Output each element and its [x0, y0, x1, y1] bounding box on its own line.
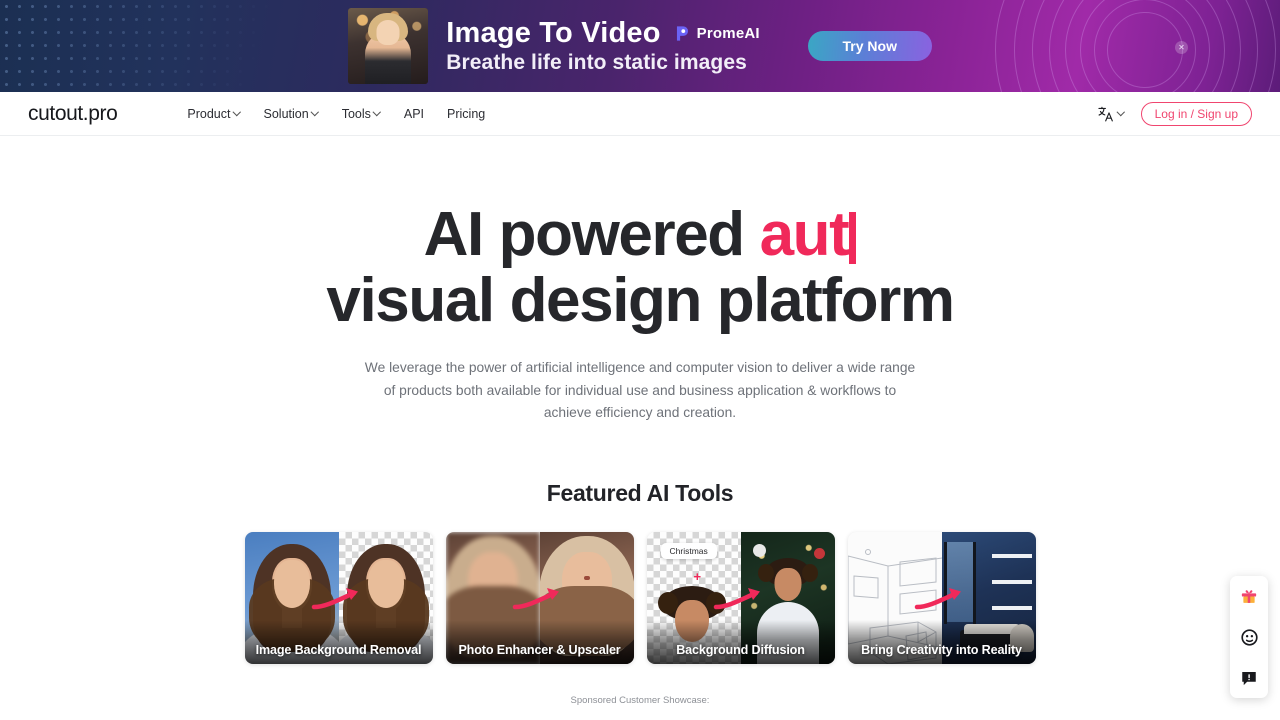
nav-item-api[interactable]: API	[404, 107, 424, 121]
nav-item-pricing-label: Pricing	[447, 106, 486, 121]
hero-subtitle: We leverage the power of artificial inte…	[364, 360, 916, 421]
tool-card-label: Photo Enhancer & Upscaler	[445, 620, 634, 665]
support-face-icon	[1240, 628, 1258, 646]
tool-card-image-background-removal[interactable]: Image Background Removal	[244, 532, 433, 665]
nav-item-product-label: Product	[187, 106, 231, 121]
chevron-down-icon	[234, 109, 241, 116]
tool-card-background-diffusion[interactable]: Christmas + Background Diffusion	[646, 532, 835, 665]
gift-button[interactable]	[1238, 585, 1260, 607]
banner-close-icon[interactable]: ✕	[1175, 41, 1188, 54]
typing-cursor	[849, 212, 857, 264]
sponsored-showcase-label: Sponsored Customer Showcase:	[570, 695, 710, 707]
tool-card-label: Image Background Removal	[244, 620, 433, 665]
promeai-logo-icon	[676, 25, 688, 41]
tool-card-photo-enhancer-upscaler[interactable]: Photo Enhancer & Upscaler	[445, 532, 634, 665]
banner-subtitle: Breathe life into static images	[446, 51, 747, 75]
featured-tools-list: Image Background Removal Photo Enhancer …	[0, 532, 1280, 665]
banner-thumbnail	[348, 8, 429, 84]
plus-icon: +	[693, 569, 702, 585]
navbar-right: Log in / Sign up	[1097, 101, 1252, 126]
chevron-down-icon	[1118, 109, 1125, 116]
nav-item-tools-label: Tools	[341, 106, 371, 121]
christmas-chip: Christmas	[660, 543, 717, 560]
feedback-bubble-icon	[1242, 672, 1256, 686]
nav-item-tools[interactable]: Tools	[342, 107, 381, 121]
chevron-down-icon	[312, 109, 319, 116]
feedback-button[interactable]	[1238, 667, 1260, 689]
promo-banner[interactable]: Image To Video PromeAI Breathe life into…	[0, 0, 1280, 92]
banner-title: Image To Video	[446, 16, 661, 49]
hero-headline-line2: visual design platform	[326, 265, 955, 335]
prome-ai-badge: PromeAI	[673, 24, 760, 43]
support-button[interactable]	[1238, 626, 1260, 648]
promeai-name: PromeAI	[696, 24, 760, 42]
tool-card-label: Bring Creativity into Reality	[847, 620, 1036, 665]
hero-headline-static: AI powered	[423, 200, 760, 269]
gift-icon	[1241, 590, 1257, 603]
site-logo[interactable]: cutout.pro	[28, 102, 118, 126]
login-signup-button[interactable]: Log in / Sign up	[1140, 101, 1252, 126]
floating-action-widget	[1230, 576, 1268, 698]
main-navbar: cutout.pro Product Solution Tools API Pr…	[0, 92, 1280, 136]
hero-headline: AI powered aut visual design platform	[0, 202, 1280, 333]
banner-text-block: Image To Video PromeAI Breathe life into…	[446, 17, 760, 75]
translate-icon	[1097, 106, 1113, 121]
nav-item-product[interactable]: Product	[187, 107, 240, 121]
hero-section: AI powered aut visual design platform We…	[0, 136, 1280, 424]
tool-card-bring-creativity-into-reality[interactable]: Bring Creativity into Reality	[847, 532, 1036, 665]
nav-item-solution[interactable]: Solution	[264, 107, 319, 121]
primary-nav: Product Solution Tools API Pricing	[187, 107, 485, 121]
nav-item-solution-label: Solution	[263, 106, 309, 121]
hero-headline-typed: aut	[759, 200, 850, 269]
nav-item-pricing[interactable]: Pricing	[447, 107, 485, 121]
nav-item-api-label: API	[403, 106, 425, 121]
featured-tools-heading: Featured AI Tools	[546, 480, 734, 507]
language-switcher[interactable]	[1097, 105, 1125, 123]
tool-card-label: Background Diffusion	[646, 620, 835, 665]
banner-try-now-button[interactable]: Try Now	[807, 31, 932, 61]
chevron-down-icon	[374, 109, 381, 116]
